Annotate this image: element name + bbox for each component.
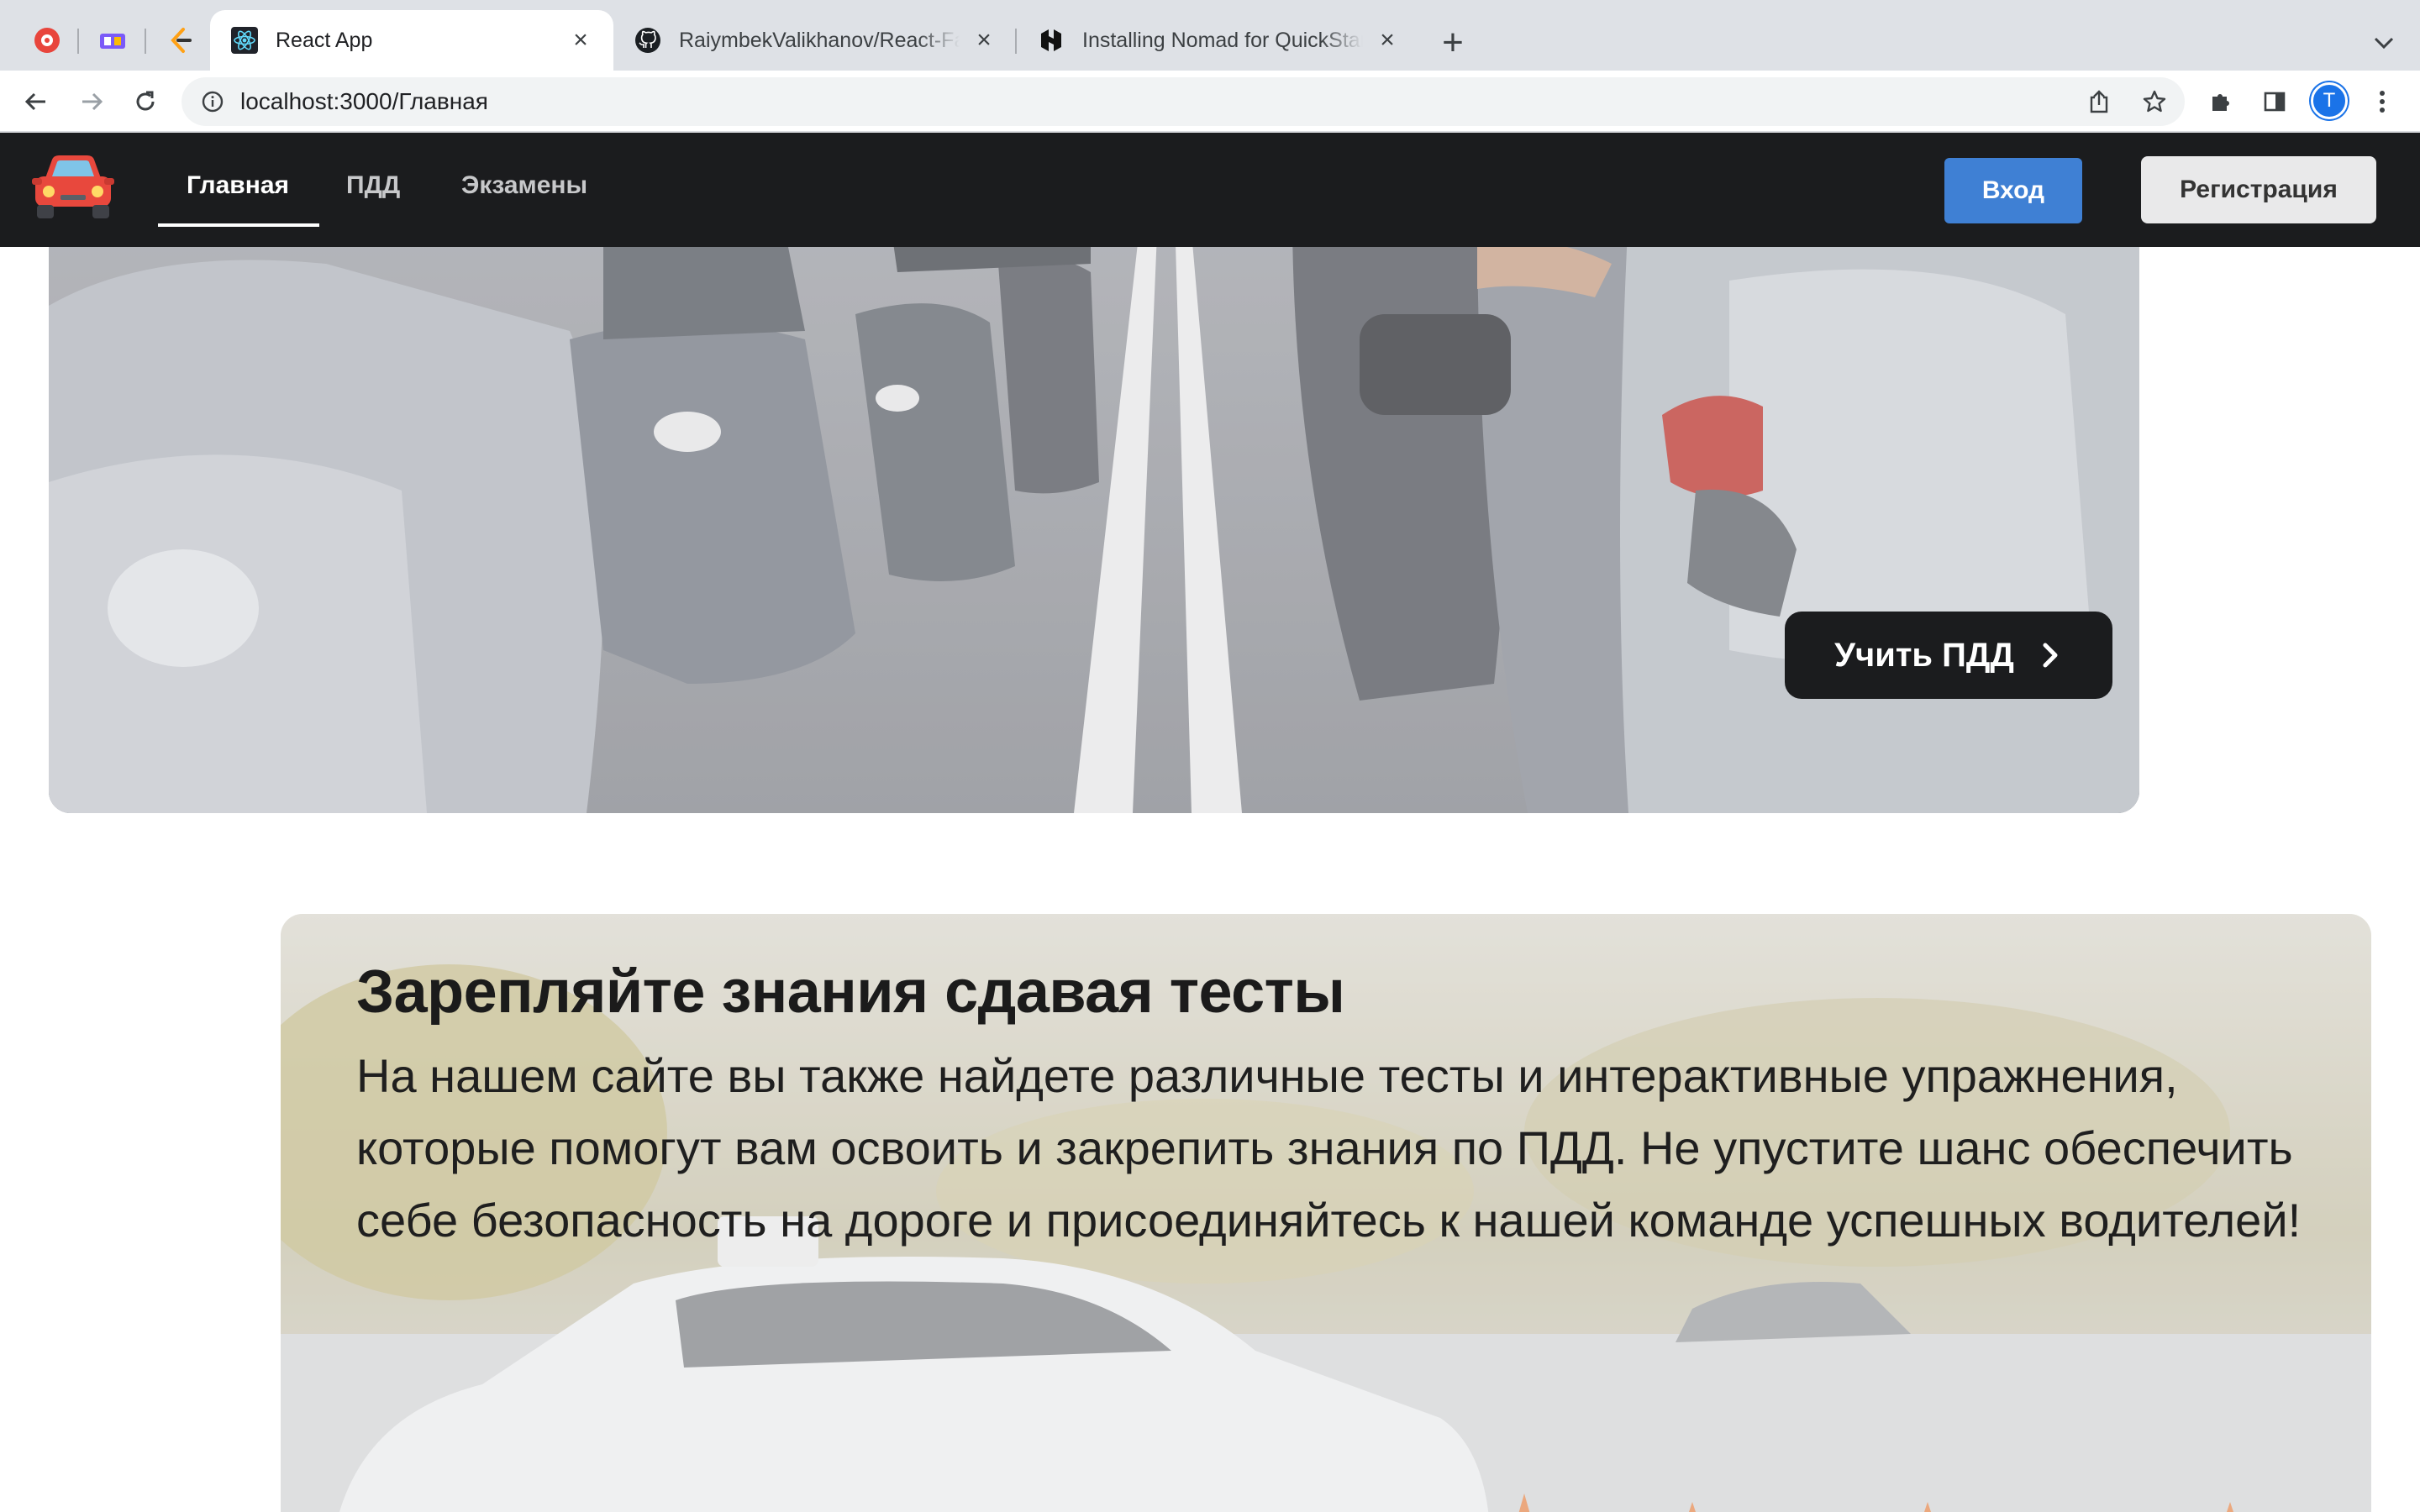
close-tab-icon[interactable]: × xyxy=(568,26,593,54)
car-logo-icon[interactable] xyxy=(29,148,118,227)
reload-icon[interactable] xyxy=(126,82,165,121)
tab-title: RaiymbekValikhanov/React-Fal xyxy=(679,28,960,52)
extensions-puzzle-icon[interactable] xyxy=(2202,82,2240,121)
tab-nomad-docs[interactable]: Installing Nomad for QuickStart × xyxy=(1017,10,1420,71)
learn-rules-label: Учить ПДД xyxy=(1834,636,2014,674)
traffic-jam-image xyxy=(49,247,2139,813)
pinned-tab-dev-icon[interactable] xyxy=(94,22,131,59)
back-arrow-icon[interactable] xyxy=(17,82,55,121)
new-tab-button[interactable]: + xyxy=(1434,22,1472,63)
hero-banner: Учить ПДД xyxy=(49,247,2139,813)
tab-title: React App xyxy=(276,28,373,52)
pinned-tab-leetcode-icon[interactable] xyxy=(161,22,198,59)
quiz-section-text: На нашем сайте вы также найдете различны… xyxy=(356,1049,2302,1247)
hashicorp-icon xyxy=(1037,26,1065,55)
address-bar[interactable]: localhost:3000/Главная xyxy=(182,77,2185,126)
react-icon xyxy=(230,26,259,55)
browser-toolbar: localhost:3000/Главная xyxy=(0,71,2420,133)
chevron-right-icon xyxy=(2043,643,2058,668)
nav-link-exams[interactable]: Экзамены xyxy=(461,171,587,200)
register-button[interactable]: Регистрация xyxy=(2141,156,2376,223)
tab-react-app[interactable]: React App × xyxy=(210,10,613,71)
share-icon[interactable] xyxy=(2082,85,2116,118)
site-navbar: Главная ПДД Экзамены Вход Регистрация xyxy=(0,133,2420,247)
close-tab-icon[interactable]: × xyxy=(971,26,997,54)
github-icon xyxy=(634,26,662,55)
nav-link-rules[interactable]: ПДД xyxy=(346,171,400,200)
url-text: localhost:3000/Главная xyxy=(240,88,488,114)
tab-search-chevron-icon[interactable] xyxy=(2365,24,2403,62)
site-info-icon[interactable] xyxy=(198,87,227,116)
browser-menu-icon[interactable] xyxy=(2363,82,2402,121)
tab-separator xyxy=(145,29,146,54)
quiz-info-card: Зарепляйте знания сдавая тесты На нашем … xyxy=(281,914,2371,1512)
tab-title: Installing Nomad for QuickStart xyxy=(1082,28,1363,52)
learn-rules-button[interactable]: Учить ПДД xyxy=(1785,612,2112,699)
nav-link-home[interactable]: Главная xyxy=(187,171,289,200)
forward-arrow-icon[interactable] xyxy=(72,82,111,121)
quiz-section-title: Зарепляйте знания сдавая тесты xyxy=(356,958,1345,1026)
close-tab-icon[interactable]: × xyxy=(1375,26,1400,54)
side-panel-icon[interactable] xyxy=(2255,82,2294,121)
page-content: Учить ПДД Зарепляйте знания сдавая тесты… xyxy=(0,247,2420,1512)
browser-tabstrip: React App × RaiymbekValikhanov/React-Fal… xyxy=(0,0,2420,71)
pinned-tab-app-icon[interactable] xyxy=(29,22,66,59)
tab-github-repo[interactable]: RaiymbekValikhanov/React-Fal × xyxy=(613,10,1017,71)
profile-avatar[interactable]: T xyxy=(2311,82,2348,119)
tab-separator xyxy=(77,29,79,54)
bookmark-star-icon[interactable] xyxy=(2138,85,2171,118)
login-button[interactable]: Вход xyxy=(1944,158,2082,223)
active-nav-underline xyxy=(158,223,319,227)
